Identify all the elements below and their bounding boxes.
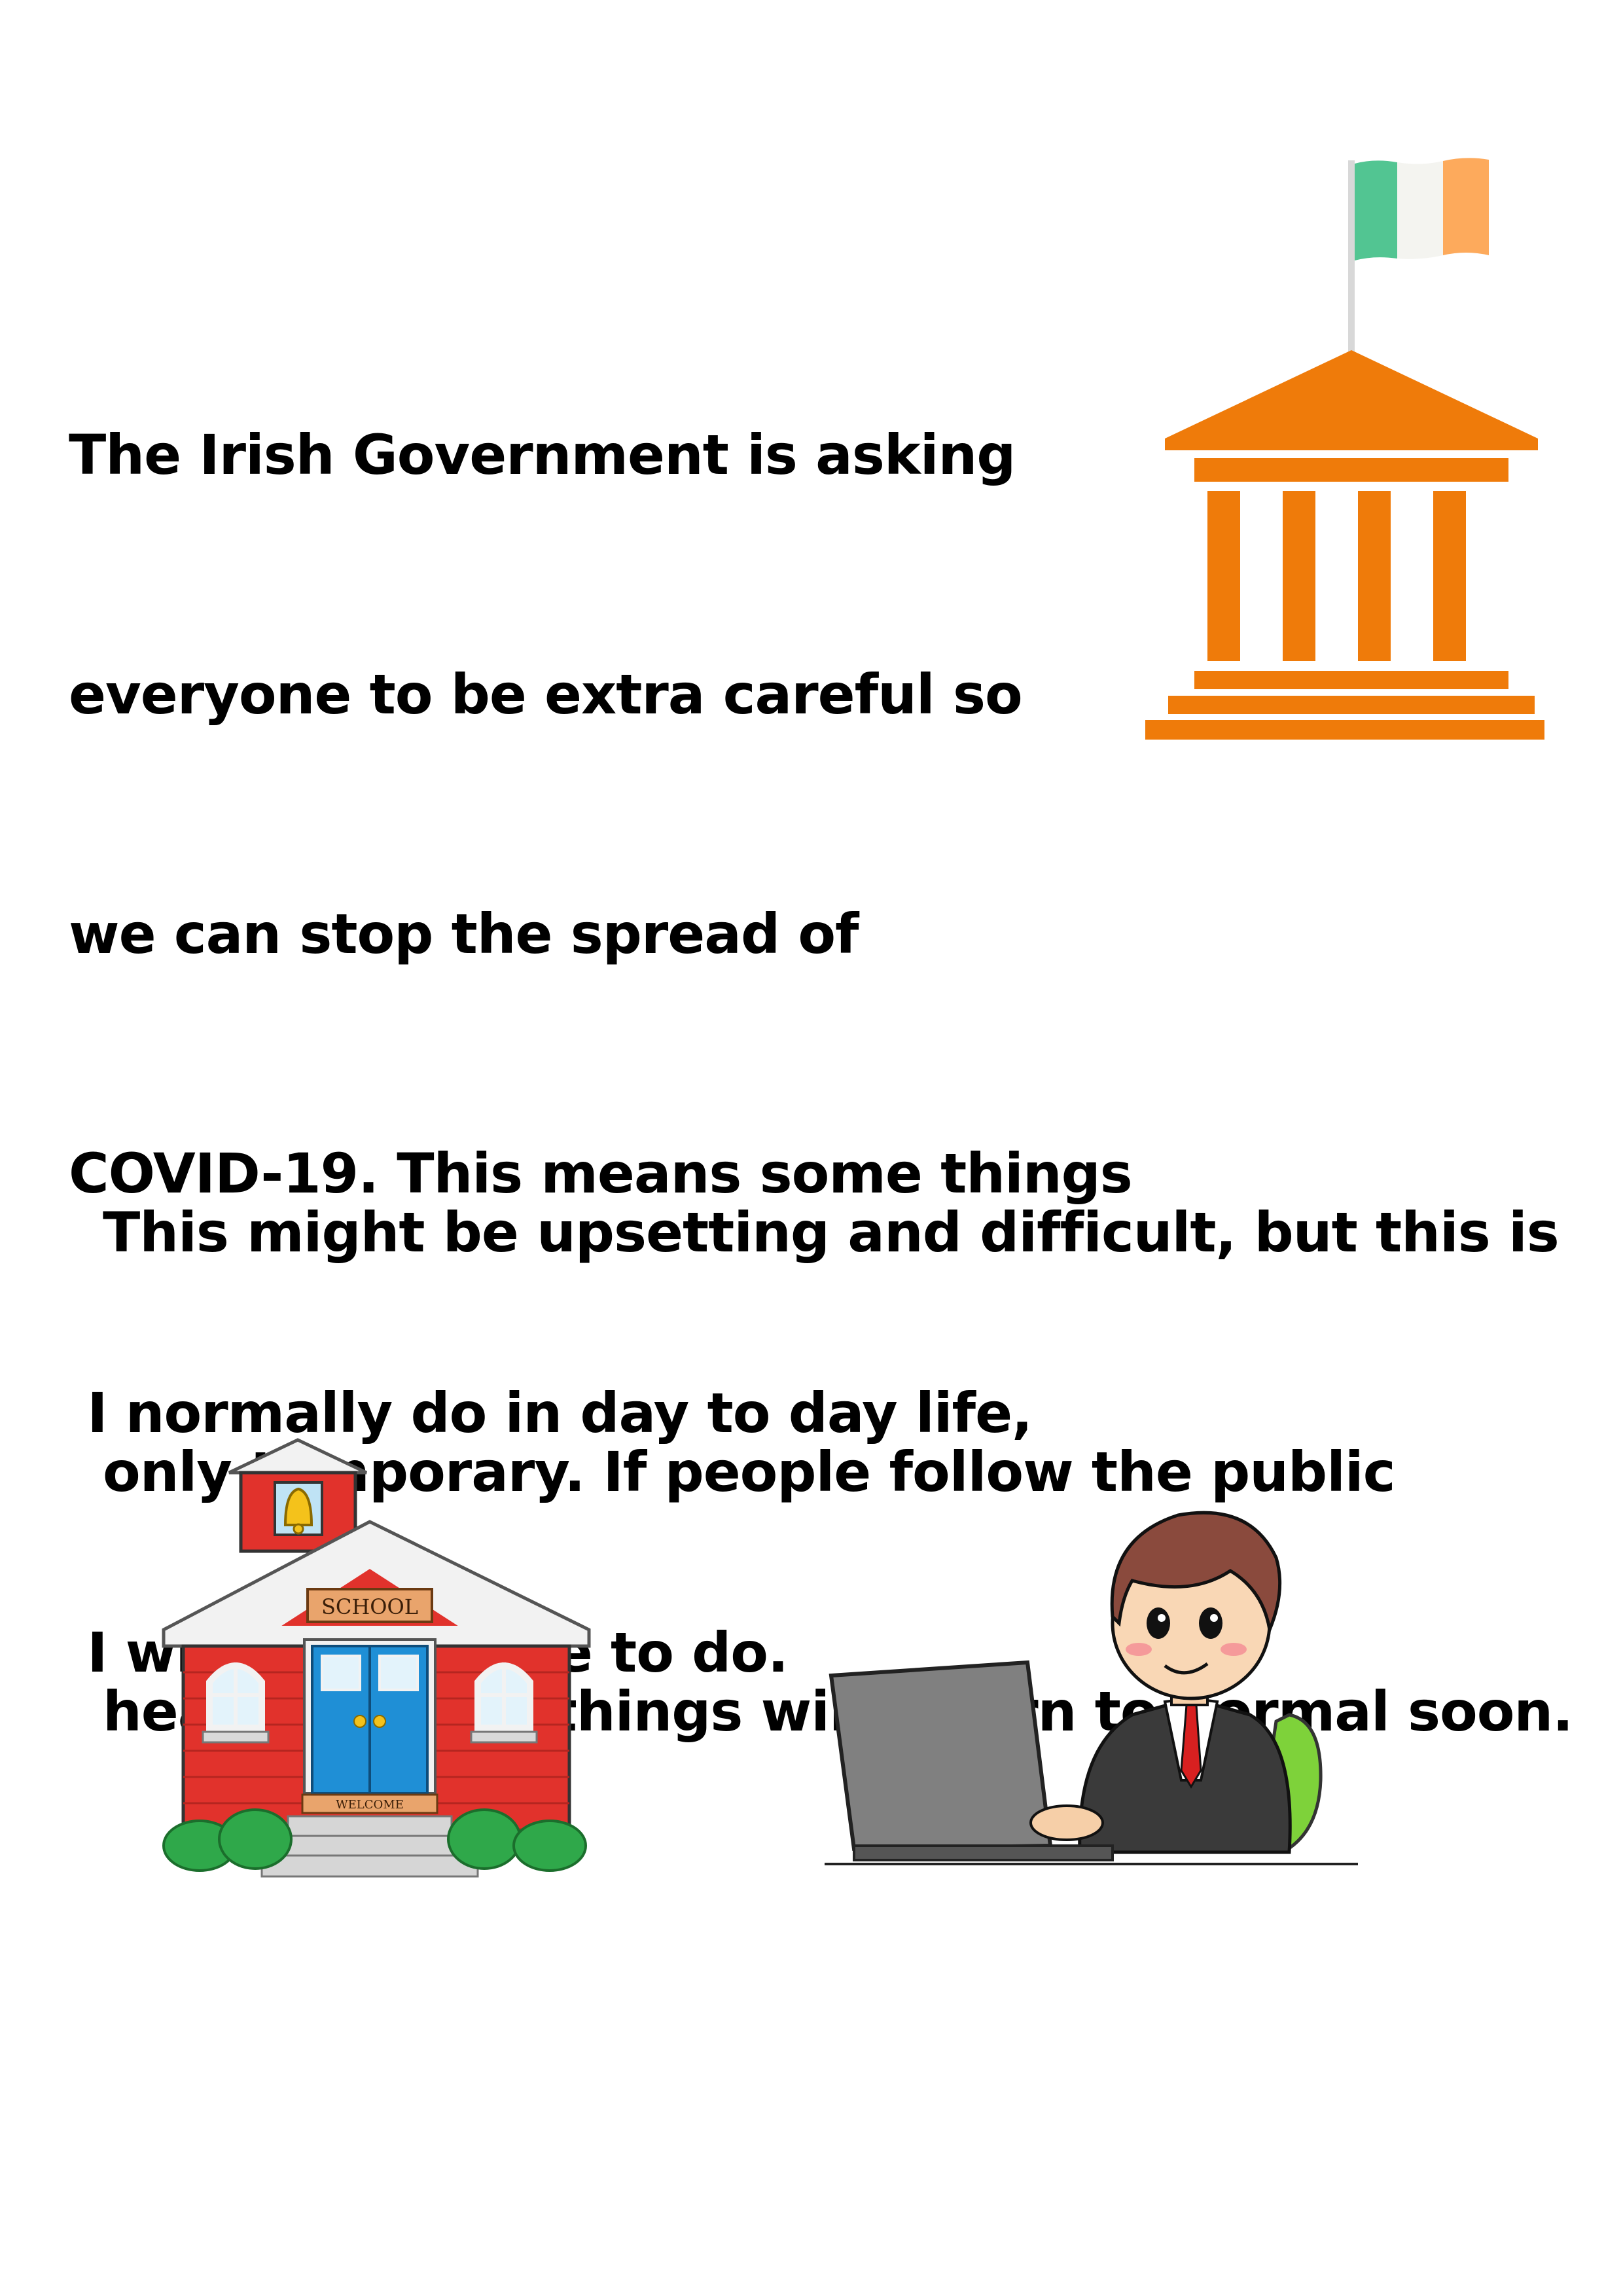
person-laptop-icon	[825, 1511, 1358, 1865]
reassurance-line: This might be upsetting and difficult, b…	[103, 1200, 1560, 1265]
school-sign-label: SCHOOL	[321, 1594, 418, 1619]
intro-line: everyone to be extra careful so	[69, 662, 1023, 726]
intro-line: The Irish Government is asking	[69, 423, 1016, 487]
school-house-icon: SCHOOL WELCOME	[162, 1438, 591, 1878]
laptop-icon	[829, 1660, 1114, 1861]
irish-flag-icon	[1348, 158, 1489, 357]
welcome-mat-label: WELCOME	[336, 1798, 404, 1812]
government-building-icon	[1145, 158, 1544, 740]
window-left	[202, 1662, 270, 1744]
face	[1110, 1511, 1282, 1700]
welcome-mat: WELCOME	[301, 1793, 438, 1814]
school-sign: SCHOOL	[306, 1588, 433, 1623]
window-right	[470, 1662, 538, 1744]
intro-line: we can stop the spread of	[69, 902, 859, 966]
door	[303, 1638, 437, 1795]
